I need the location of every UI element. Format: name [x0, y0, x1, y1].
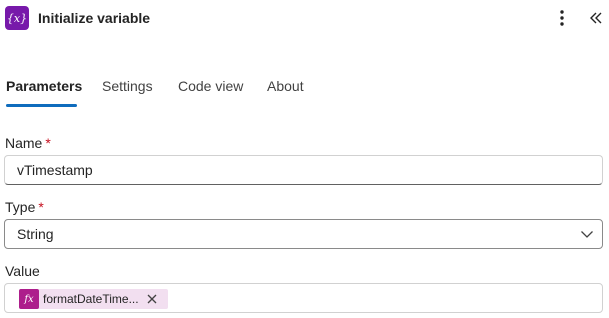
variable-action-icon: {x} — [5, 6, 29, 30]
tab-about[interactable]: About — [267, 78, 304, 108]
name-field-label: Name * — [5, 135, 51, 151]
type-field-label: Type * — [5, 199, 44, 215]
value-field-label: Value — [5, 263, 40, 279]
more-vertical-icon[interactable] — [552, 7, 572, 29]
name-input-value: vTimestamp — [17, 162, 93, 178]
active-tab-indicator — [6, 104, 77, 107]
function-icon-glyph: fx — [24, 293, 34, 305]
tab-settings[interactable]: Settings — [102, 78, 153, 108]
type-label-text: Type — [5, 199, 36, 215]
name-label-text: Name — [5, 135, 43, 151]
type-select[interactable]: String — [4, 219, 603, 249]
action-title[interactable]: Initialize variable — [38, 10, 150, 26]
panel-header: {x} Initialize variable — [0, 0, 609, 36]
chevron-down-icon — [580, 227, 594, 241]
value-input[interactable]: fx formatDateTime... — [4, 283, 603, 313]
variable-icon-glyph: {x} — [6, 11, 28, 25]
tab-list: Parameters Settings Code view About — [0, 68, 609, 108]
required-marker: * — [45, 135, 51, 151]
tab-code-view[interactable]: Code view — [178, 78, 243, 108]
required-marker: * — [38, 199, 44, 215]
function-icon: fx — [19, 289, 39, 309]
remove-token-icon[interactable] — [146, 293, 158, 305]
double-chevron-left-icon[interactable] — [586, 7, 606, 29]
type-select-value: String — [17, 226, 54, 242]
name-input[interactable]: vTimestamp — [4, 155, 603, 185]
expression-token[interactable]: fx formatDateTime... — [19, 289, 168, 309]
expression-token-text: formatDateTime... — [43, 292, 139, 306]
value-label-text: Value — [5, 263, 40, 279]
